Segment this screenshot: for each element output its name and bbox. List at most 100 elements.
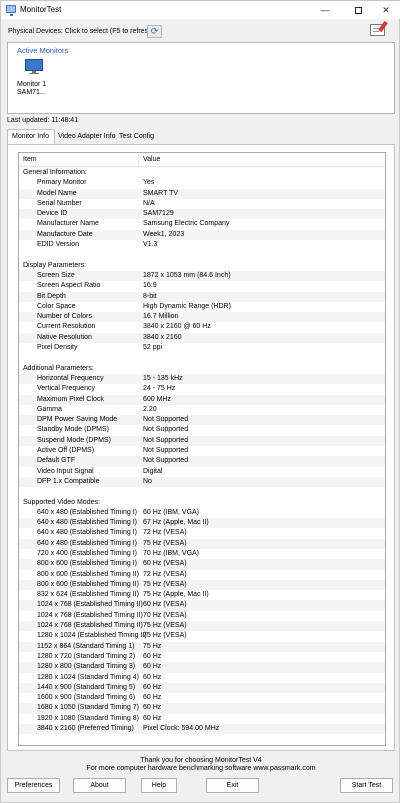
preferences-button[interactable]: Preferences bbox=[7, 778, 60, 793]
table-row[interactable]: Gamma 2.20 bbox=[19, 405, 385, 415]
table-row[interactable]: 1920 x 1080 (Standard Timing 8) 60 Hz bbox=[19, 714, 385, 724]
row-item: Native Resolution bbox=[37, 333, 92, 341]
last-updated: Last updated: 11:48:41 bbox=[7, 117, 79, 124]
table-row[interactable]: Bit Depth 8-bit bbox=[19, 291, 385, 302]
table-row[interactable] bbox=[19, 487, 385, 497]
about-button[interactable]: About bbox=[73, 778, 126, 793]
table-row[interactable]: 1024 x 768 (Established Timing II) 60 Hz … bbox=[19, 600, 385, 611]
maximize-button[interactable] bbox=[346, 1, 370, 19]
table-row[interactable]: 800 x 600 (Established Timing I) 60 Hz (V… bbox=[19, 559, 385, 570]
table-row[interactable]: Video Input Signal Digital bbox=[19, 467, 385, 477]
row-item: 1920 x 1080 (Standard Timing 8) bbox=[37, 714, 139, 722]
row-value: 60 Hz bbox=[143, 694, 162, 702]
row-value: 72 Hz (VESA) bbox=[143, 570, 187, 578]
table-row[interactable]: 1280 x 1024 (Standard Timing 4) 60 Hz bbox=[19, 673, 385, 683]
table-row[interactable]: Vertical Frequency 24 - 75 Hz bbox=[19, 384, 385, 394]
table-row[interactable]: 640 x 480 (Established Timing I) 60 Hz (I… bbox=[19, 508, 385, 518]
table-row[interactable]: Primary Monitor Yes bbox=[19, 178, 385, 188]
table-row[interactable]: Model Name SMART TV bbox=[19, 188, 385, 199]
table-row[interactable]: Suspend Mode (DPMS) Not Supported bbox=[19, 435, 385, 447]
table-row[interactable]: 3840 x 2160 (Preferred Timing) Pixel Cloc… bbox=[19, 724, 385, 735]
table-row[interactable] bbox=[19, 353, 385, 363]
monitor-item[interactable]: Monitor 1 SAM71... bbox=[16, 56, 50, 98]
report-icon[interactable] bbox=[367, 20, 389, 39]
table-row[interactable]: 832 x 624 (Established Timing II) 75 Hz (… bbox=[19, 590, 385, 600]
table-row[interactable]: 1680 x 1050 (Standard Timing 7) 60 Hz bbox=[19, 703, 385, 714]
row-value: 60 Hz bbox=[143, 673, 162, 681]
row-value: 52 ppi bbox=[143, 344, 163, 352]
row-value: 70 Hz (IBM, VGA) bbox=[143, 549, 200, 557]
table-row[interactable]: Current Resolution 3840 x 2160 @ 60 Hz bbox=[19, 322, 385, 332]
table-row[interactable]: Pixel Density 52 ppi bbox=[19, 343, 385, 353]
table-row[interactable]: Native Resolution 3840 x 2160 bbox=[19, 332, 385, 344]
refresh-button[interactable]: ⟳ bbox=[147, 25, 162, 38]
table-row[interactable]: Active Off (DPMS) Not Supported bbox=[19, 446, 385, 456]
table-section-header[interactable]: General Information: bbox=[19, 168, 385, 178]
row-item: Screen Size bbox=[37, 271, 75, 279]
help-button[interactable]: Help bbox=[141, 778, 177, 793]
row-item: Standby Mode (DPMS) bbox=[37, 426, 109, 434]
row-item: 640 x 480 (Established Timing I) bbox=[37, 519, 137, 527]
footer-text: Thank you for choosing MonitorTest V4 Fo… bbox=[1, 757, 400, 773]
table-row[interactable]: 800 x 600 (Established Timing II) 75 Hz (… bbox=[19, 579, 385, 591]
minimize-button[interactable]: — bbox=[313, 1, 337, 19]
row-value: 15 - 135 kHz bbox=[143, 374, 183, 382]
tab-video-adapter-info[interactable]: Video Adapter Info bbox=[54, 130, 119, 144]
table-row[interactable]: 1440 x 900 (Standard Timing 5) 60 Hz bbox=[19, 682, 385, 694]
row-item: Primary Monitor bbox=[37, 179, 87, 187]
row-value: 2.20 bbox=[143, 405, 157, 413]
row-value: 60 Hz (VESA) bbox=[143, 560, 187, 568]
table-row[interactable]: Serial Number N/A bbox=[19, 199, 385, 209]
table-row[interactable]: 640 x 480 (Established Timing I) 67 Hz (A… bbox=[19, 518, 385, 529]
table-row[interactable]: 640 x 480 (Established Timing I) 75 Hz (V… bbox=[19, 538, 385, 549]
tab-monitor-info[interactable]: Monitor Info bbox=[7, 129, 55, 144]
table-row[interactable]: Horizontal Frequency 15 - 135 kHz bbox=[19, 373, 385, 385]
table-row[interactable]: Manufacturer Name Samsung Electric Compan… bbox=[19, 219, 385, 229]
table-row[interactable]: DFP 1.x Compatible No bbox=[19, 476, 385, 488]
close-button[interactable]: ✕ bbox=[374, 1, 398, 19]
table-row[interactable]: Screen Size 1872 x 1053 mm (84.6 Inch) bbox=[19, 270, 385, 282]
table-row[interactable]: 1024 x 768 (Established Timing II) 70 Hz … bbox=[19, 611, 385, 621]
column-header-item[interactable]: Item bbox=[23, 156, 37, 163]
table-row[interactable]: 1280 x 720 (Standard Timing 2) 60 Hz bbox=[19, 652, 385, 662]
row-value: Not Supported bbox=[143, 447, 189, 455]
column-header-value[interactable]: Value bbox=[143, 156, 160, 163]
maximize-icon bbox=[354, 6, 362, 14]
row-value: 3840 x 2160 @ 60 Hz bbox=[143, 323, 211, 331]
table-row[interactable]: 1280 x 800 (Standard Timing 3) 60 Hz bbox=[19, 662, 385, 673]
table-row[interactable]: EDID Version V1.3 bbox=[19, 240, 385, 250]
table-row[interactable]: Standby Mode (DPMS) Not Supported bbox=[19, 425, 385, 435]
row-item: 1280 x 720 (Standard Timing 2) bbox=[37, 652, 136, 660]
row-value: 72 Hz (VESA) bbox=[143, 529, 187, 537]
row-item: Serial Number bbox=[37, 199, 82, 207]
table-row[interactable]: 1152 x 864 (Standard Timing 1) 75 Hz bbox=[19, 641, 385, 652]
row-item: 800 x 600 (Established Timing II) bbox=[37, 580, 139, 588]
table-row[interactable]: Default GTF Not Supported bbox=[19, 456, 385, 467]
table-row[interactable]: 720 x 400 (Established Timing I) 70 Hz (I… bbox=[19, 549, 385, 559]
tab-test-config[interactable]: Test Config bbox=[115, 130, 158, 144]
table-row[interactable]: 1024 x 768 (Established Timing II) 75 Hz … bbox=[19, 621, 385, 632]
table-row[interactable]: 640 x 480 (Established Timing I) 72 Hz (V… bbox=[19, 528, 385, 538]
table-row[interactable]: Maximum Pixel Clock 600 MHz bbox=[19, 394, 385, 405]
row-item: Suspend Mode (DPMS) bbox=[37, 436, 111, 444]
table-row[interactable]: 1280 x 1024 (Established Timing II) 75 Hz… bbox=[19, 631, 385, 641]
table-section-header[interactable]: Additional Parameters: bbox=[19, 364, 385, 374]
table-section-header[interactable]: Display Parameters: bbox=[19, 261, 385, 271]
row-item: 640 x 480 (Established Timing I) bbox=[37, 539, 137, 547]
row-item: 1024 x 768 (Established Timing II) bbox=[37, 601, 143, 609]
exit-button[interactable]: Exit bbox=[206, 778, 259, 793]
table-row[interactable] bbox=[19, 250, 385, 260]
table-row[interactable]: Number of Colors 16.7 Million bbox=[19, 312, 385, 323]
table-row[interactable]: Color Space High Dynamic Range (HDR) bbox=[19, 302, 385, 312]
row-value: SAM7129 bbox=[143, 210, 174, 218]
table-row[interactable]: Screen Aspect Ratio 16:9 bbox=[19, 281, 385, 291]
table-row[interactable]: Device ID SAM7129 bbox=[19, 209, 385, 220]
start-test-button[interactable]: Start Test bbox=[340, 778, 393, 793]
table-row[interactable]: 800 x 600 (Established Timing II) 72 Hz (… bbox=[19, 570, 385, 580]
info-table[interactable]: Item Value General Information: Primary M… bbox=[18, 152, 386, 746]
table-section-header[interactable]: Supported Video Modes: bbox=[19, 498, 385, 508]
table-row[interactable]: Manufacture Date Week1, 2023 bbox=[19, 229, 385, 241]
table-row[interactable]: DPM Power Saving Mode Not Supported bbox=[19, 415, 385, 426]
monitor-info-panel: Item Value General Information: Primary M… bbox=[7, 144, 395, 751]
table-row[interactable]: 1600 x 900 (Standard Timing 6) 60 Hz bbox=[19, 693, 385, 703]
